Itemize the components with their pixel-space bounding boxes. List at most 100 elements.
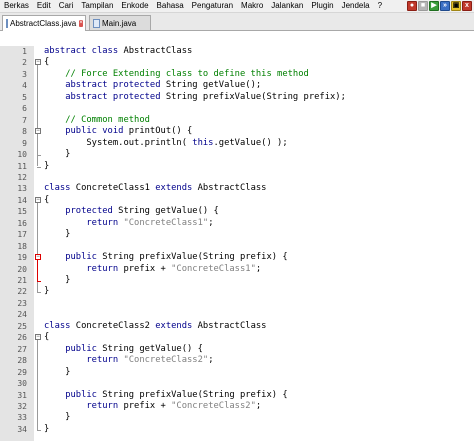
code-text: { <box>44 194 50 205</box>
code-text: abstract protected String prefixValue(St… <box>65 91 346 102</box>
code-text: abstract class AbstractClass <box>44 46 193 56</box>
code-line[interactable]: 13 class ConcreteClass1 extends AbstractC… <box>0 183 474 194</box>
menu-item[interactable]: Jendela <box>338 0 374 12</box>
tab-main-java[interactable]: Main.java <box>89 15 151 30</box>
code-text: public String prefixValue(String prefix)… <box>65 252 288 263</box>
fold-end <box>37 292 41 294</box>
code-line[interactable]: 8 public void printOut() { <box>0 126 474 137</box>
code-line[interactable]: 33 } <box>0 412 474 423</box>
line-number: 4 <box>22 81 27 91</box>
menu-item[interactable]: Tampilan <box>77 0 117 12</box>
fold-toggle-icon[interactable]: − <box>35 334 41 341</box>
code-line[interactable]: 32 return prefix + "ConcreteClass2"; <box>0 401 474 412</box>
fold-toggle-icon[interactable]: − <box>35 196 41 203</box>
code-line[interactable]: 17 } <box>0 229 474 240</box>
code-line[interactable]: 2{ <box>0 57 474 68</box>
line-number: 15 <box>17 207 27 217</box>
code-line[interactable]: 7 // Common method <box>0 115 474 126</box>
code-line[interactable]: 12 <box>0 172 474 183</box>
code-line[interactable]: 14 { <box>0 195 474 206</box>
fold-toggle-icon[interactable]: − <box>35 59 41 66</box>
line-number: 25 <box>17 321 27 331</box>
code-line[interactable]: 6 <box>0 103 474 114</box>
code-line[interactable]: 31 public String prefixValue(String pref… <box>0 390 474 401</box>
code-line[interactable]: 21 } <box>0 275 474 286</box>
menu-item[interactable]: ? <box>374 0 386 12</box>
fold-toggle-icon[interactable]: − <box>35 254 41 261</box>
code-text: public String getValue() { <box>65 343 203 354</box>
menu-item[interactable]: Jalankan <box>267 0 307 12</box>
code-line[interactable]: 19 public String prefixValue(String pref… <box>0 252 474 263</box>
code-text: } <box>44 423 50 434</box>
code-editor[interactable]: 1 abstract class AbstractClass 2{3 // Forc… <box>0 46 474 441</box>
close-icon[interactable]: x <box>462 1 472 11</box>
line-number: 33 <box>17 413 27 423</box>
code-text: abstract protected String getValue(); <box>65 80 262 91</box>
line-number: 12 <box>17 172 27 182</box>
code-line[interactable]: 26 { <box>0 332 474 343</box>
fold-line <box>37 134 38 156</box>
line-number: 5 <box>22 92 27 102</box>
code-line[interactable]: 25 class ConcreteClass2 extends AbstractC… <box>0 321 474 332</box>
play-icon[interactable]: ▶ <box>429 1 439 11</box>
code-line[interactable]: 30 <box>0 378 474 389</box>
code-line[interactable]: 11} <box>0 161 474 172</box>
code-line[interactable]: 20 return prefix + "ConcreteClass1"; <box>0 264 474 275</box>
code-line[interactable]: 15 protected String getValue() { <box>0 206 474 217</box>
save-macro-icon[interactable]: ▣ <box>451 1 461 11</box>
tab-abstractclass-java[interactable]: AbstractClass.java × <box>2 15 86 31</box>
stop-icon[interactable]: ■ <box>418 1 428 11</box>
line-number: 13 <box>17 184 27 194</box>
code-line[interactable]: 22} <box>0 286 474 297</box>
code-line[interactable]: 16 return "ConcreteClass1"; <box>0 218 474 229</box>
code-line[interactable]: 9 System.out.println( this.getValue() ); <box>0 138 474 149</box>
line-number: 18 <box>17 241 27 251</box>
menu-item[interactable]: Pengaturan <box>188 0 237 12</box>
code-line[interactable]: 1 abstract class AbstractClass <box>0 46 474 57</box>
menu-item[interactable]: Plugin <box>307 0 337 12</box>
code-line[interactable]: 27 public String getValue() { <box>0 344 474 355</box>
code-text: { <box>44 332 50 343</box>
menu-item[interactable]: Makro <box>237 0 267 12</box>
code-line[interactable]: 10 } <box>0 149 474 160</box>
close-tab-icon[interactable]: × <box>79 20 83 27</box>
code-text: } <box>44 160 50 171</box>
line-number: 28 <box>17 356 27 366</box>
line-number: 11 <box>17 161 27 171</box>
record-icon[interactable]: ● <box>407 1 417 11</box>
line-number: 27 <box>17 344 27 354</box>
line-number: 22 <box>17 287 27 297</box>
line-number: 8 <box>22 127 27 137</box>
line-number: 21 <box>17 276 27 285</box>
play-multiple-icon[interactable]: » <box>440 1 450 11</box>
code-line[interactable]: 18 <box>0 241 474 252</box>
code-line[interactable]: 4 abstract protected String getValue(); <box>0 80 474 91</box>
code-text: protected String getValue() { <box>65 206 219 217</box>
code-line[interactable]: 28 return "ConcreteClass2"; <box>0 355 474 366</box>
menu-item[interactable]: Berkas <box>0 0 33 12</box>
code-line[interactable]: 29 } <box>0 367 474 378</box>
tab-label: Main.java <box>102 18 137 28</box>
menu-item[interactable]: Enkode <box>117 0 152 12</box>
code-text: // Force Extending class to define this … <box>65 68 309 79</box>
code-line[interactable]: 24 <box>0 309 474 320</box>
menu-item[interactable]: Bahasa <box>153 0 188 12</box>
code-text: } <box>44 275 71 285</box>
code-line[interactable]: 3 // Force Extending class to define thi… <box>0 69 474 80</box>
macro-toolbar: ● ■ ▶ » ▣ x <box>407 1 474 11</box>
file-icon <box>93 18 100 28</box>
menu-item[interactable]: Cari <box>55 0 78 12</box>
code-line[interactable]: 23 <box>0 298 474 309</box>
line-number: 3 <box>22 69 27 79</box>
line-number: 10 <box>17 150 27 160</box>
code-text: System.out.println( this.getValue() ); <box>44 137 288 148</box>
line-number: 19 <box>17 253 27 263</box>
line-number: 24 <box>17 310 27 320</box>
code-line[interactable]: 34} <box>0 424 474 435</box>
tab-strip: AbstractClass.java × Main.java <box>0 13 474 31</box>
menu-item[interactable]: Edit <box>33 0 55 12</box>
line-number: 14 <box>17 195 27 205</box>
line-number: 34 <box>17 424 27 434</box>
fold-toggle-icon[interactable]: − <box>35 128 41 135</box>
code-line[interactable]: 5 abstract protected String prefixValue(… <box>0 92 474 103</box>
